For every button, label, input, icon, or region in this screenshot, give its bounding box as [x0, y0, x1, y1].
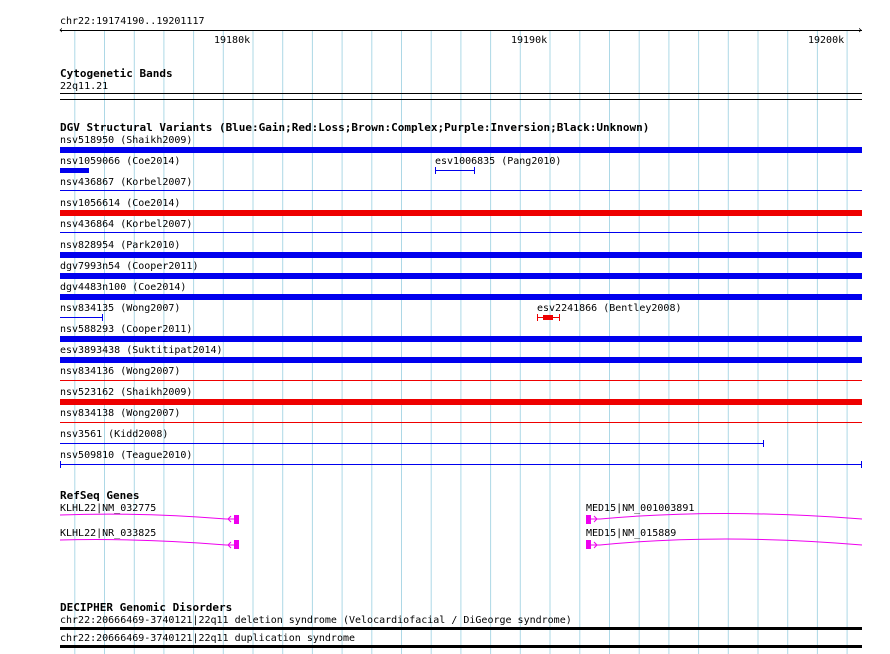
gene-model[interactable] — [59, 539, 239, 549]
gene-models — [59, 513, 863, 549]
decipher-label: chr22:20666469-3740121|22q11 deletion sy… — [60, 615, 572, 626]
gene-model[interactable] — [586, 538, 863, 549]
decipher-feature[interactable] — [60, 645, 862, 648]
gene-model[interactable] — [586, 513, 863, 525]
gene-model[interactable] — [59, 513, 239, 524]
decipher-label: chr22:20666469-3740121|22q11 duplication… — [60, 633, 356, 644]
decipher-feature[interactable] — [60, 627, 862, 630]
decipher-track-title: DECIPHER Genomic Disorders — [60, 601, 233, 614]
